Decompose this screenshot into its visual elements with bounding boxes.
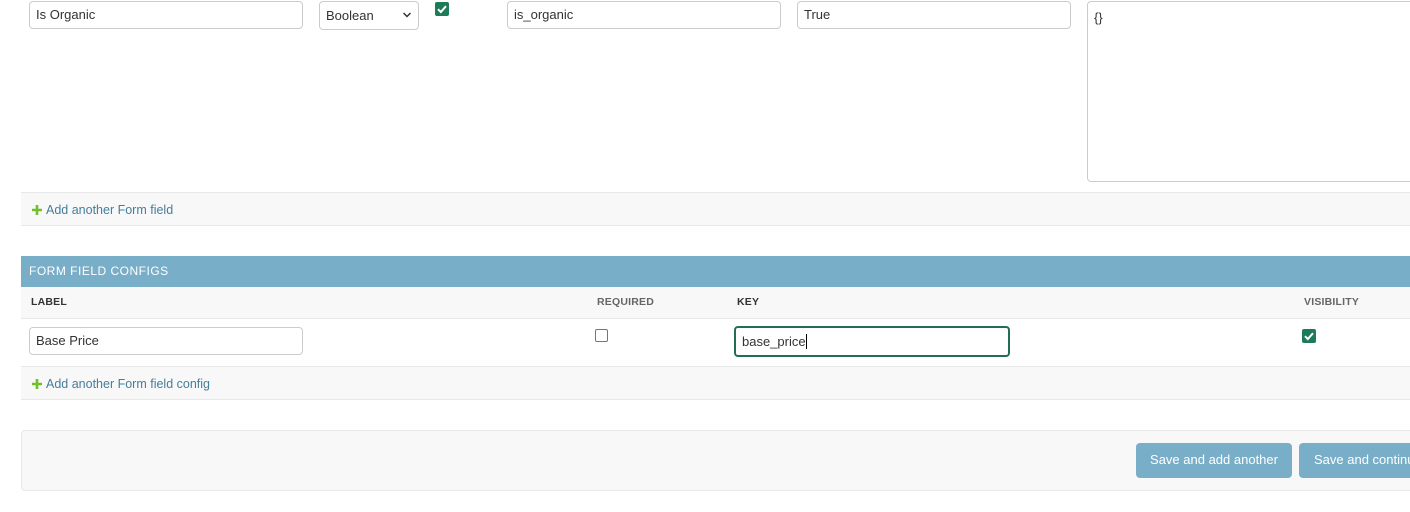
add-form-field-label: Add another Form field <box>46 203 174 217</box>
chevron-down-icon <box>402 12 412 18</box>
save-and-add-another-button[interactable]: Save and add another <box>1136 443 1292 478</box>
form-field-type-select[interactable]: Boolean <box>319 1 419 30</box>
plus-icon <box>32 379 42 389</box>
add-form-field-config-label: Add another Form field config <box>46 377 210 391</box>
column-header-key: KEY <box>737 296 760 308</box>
checkmark-icon <box>1304 332 1314 341</box>
plus-icon <box>32 205 42 215</box>
add-form-field-config-link[interactable]: Add another Form field config <box>32 376 210 392</box>
form-field-options-textarea[interactable]: {} <box>1087 1 1410 182</box>
column-header-required: REQUIRED <box>597 296 655 308</box>
form-field-required-checkbox[interactable] <box>435 2 449 16</box>
form-field-type-selected: Boolean <box>326 8 374 23</box>
column-header-visibility: VISIBILITY <box>1304 296 1360 308</box>
add-form-field-link[interactable]: Add another Form field <box>32 202 173 218</box>
form-field-label-input[interactable]: Is Organic <box>29 1 303 29</box>
text-cursor <box>805 334 807 349</box>
submit-row: Save and add another Save and continu <box>21 430 1410 491</box>
config-visibility-checkbox[interactable] <box>1302 329 1316 343</box>
config-key-input[interactable]: base_price <box>734 326 1010 357</box>
form-field-key-input[interactable]: is_organic <box>507 1 781 29</box>
form-field-configs-header: FORM FIELD CONFIGS <box>21 256 1410 287</box>
form-field-default-input[interactable]: True <box>797 1 1071 29</box>
config-label-input[interactable]: Base Price <box>29 327 303 355</box>
checkmark-icon <box>437 5 447 14</box>
form-field-configs-column-headers: LABEL REQUIRED KEY VISIBILITY <box>21 287 1410 319</box>
save-and-continue-button[interactable]: Save and continu <box>1299 443 1410 478</box>
form-field-configs-add-row: Add another Form field config <box>21 366 1410 400</box>
form-fields-add-row: Add another Form field <box>21 192 1410 226</box>
config-required-checkbox[interactable] <box>595 329 608 342</box>
config-key-value: base_price <box>742 334 806 349</box>
column-header-label: LABEL <box>31 296 67 308</box>
